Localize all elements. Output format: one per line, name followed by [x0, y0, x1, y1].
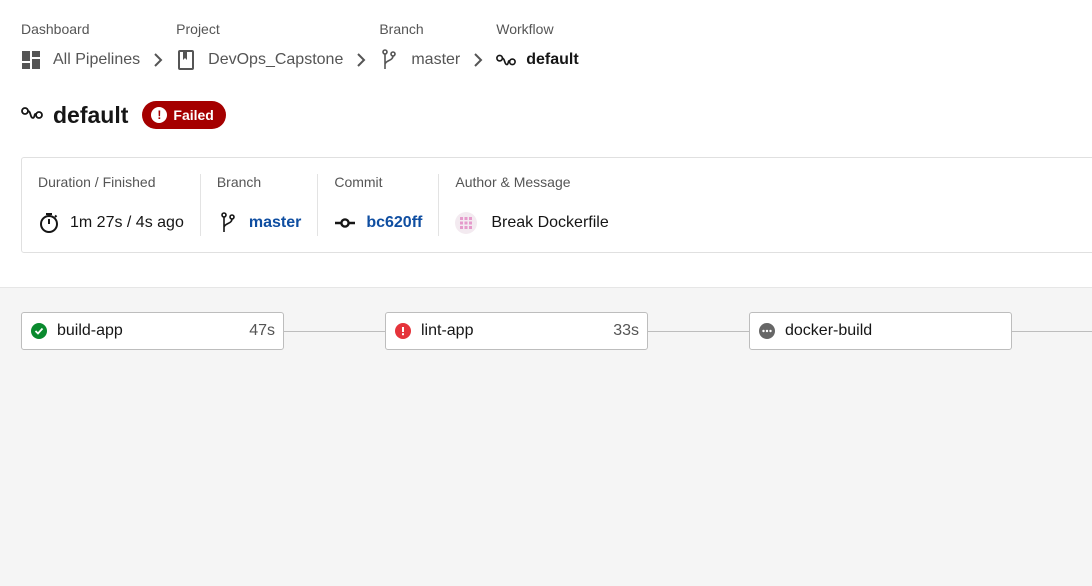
duration-value: 1m 27s / 4s ago	[70, 214, 184, 231]
avatar	[455, 212, 478, 234]
workflow-header: Dashboard All Pipelines Project DevOps_C…	[0, 0, 1092, 287]
dashboard-grid-icon	[21, 50, 41, 70]
page-title: default	[53, 101, 129, 128]
commit-icon	[334, 212, 356, 234]
branch-icon	[379, 49, 399, 70]
breadcrumb: Dashboard All Pipelines Project DevOps_C…	[21, 18, 579, 80]
all-pipelines-link[interactable]: All Pipelines	[53, 51, 140, 69]
status-badge: ! Failed	[142, 101, 226, 129]
chevron-right-icon	[466, 53, 490, 67]
duration-column: Duration / Finished 1m 27s / 4s ago	[22, 174, 201, 236]
author-heading: Author & Message	[455, 174, 571, 190]
crumb-dashboard: Dashboard All Pipelines	[21, 18, 176, 80]
bookmark-icon	[176, 50, 196, 70]
job-name: lint-app	[421, 322, 474, 339]
project-link[interactable]: DevOps_Capstone	[208, 51, 343, 69]
success-check-icon	[31, 323, 47, 339]
workflow-crumb-current: default	[526, 51, 579, 68]
branch-column: Branch master	[201, 174, 319, 236]
job-name: build-app	[57, 322, 123, 339]
commit-column: Commit bc620ff	[318, 174, 440, 236]
commit-message: Break Dockerfile	[491, 214, 609, 231]
workflow-icon	[496, 50, 517, 70]
crumb-heading: Branch	[379, 21, 424, 37]
job-connector	[1012, 331, 1092, 332]
status-badge-label: Failed	[173, 107, 214, 123]
job-name: docker-build	[785, 322, 873, 339]
job-duration: 47s	[249, 322, 275, 339]
failed-alert-icon	[395, 323, 411, 339]
workflow-summary-card: Duration / Finished 1m 27s / 4s ago Bran…	[21, 157, 1092, 253]
job-connector	[648, 331, 749, 332]
job-duration: 33s	[613, 322, 639, 339]
crumb-heading: Workflow	[496, 21, 554, 37]
workflow-graph: build-app 47s lint-app 33s docker-build	[0, 287, 1092, 586]
crumb-branch: Branch master	[379, 18, 496, 80]
branch-link[interactable]: master	[249, 214, 301, 232]
alert-icon: !	[151, 107, 168, 123]
workflow-title-row: default ! Failed	[21, 100, 226, 130]
commit-link[interactable]: bc620ff	[366, 214, 422, 232]
job-connector	[284, 331, 385, 332]
branch-link[interactable]: master	[411, 51, 460, 69]
stopwatch-icon	[38, 212, 60, 234]
job-lint-app[interactable]: lint-app 33s	[385, 312, 648, 350]
chevron-right-icon	[349, 53, 373, 67]
branch-icon	[217, 212, 239, 234]
job-build-app[interactable]: build-app 47s	[21, 312, 284, 350]
duration-heading: Duration / Finished	[38, 174, 156, 190]
workflow-icon	[21, 106, 43, 125]
crumb-heading: Project	[176, 21, 220, 37]
branch-heading: Branch	[216, 174, 262, 190]
job-docker-build[interactable]: docker-build	[749, 312, 1012, 350]
crumb-project: Project DevOps_Capstone	[176, 18, 379, 80]
crumb-workflow: Workflow default	[496, 18, 578, 80]
pending-dots-icon	[759, 323, 775, 339]
commit-heading: Commit	[334, 174, 383, 190]
chevron-right-icon	[146, 53, 170, 67]
author-column: Author & Message Break Dockerfile	[439, 174, 624, 236]
crumb-heading: Dashboard	[21, 21, 90, 37]
